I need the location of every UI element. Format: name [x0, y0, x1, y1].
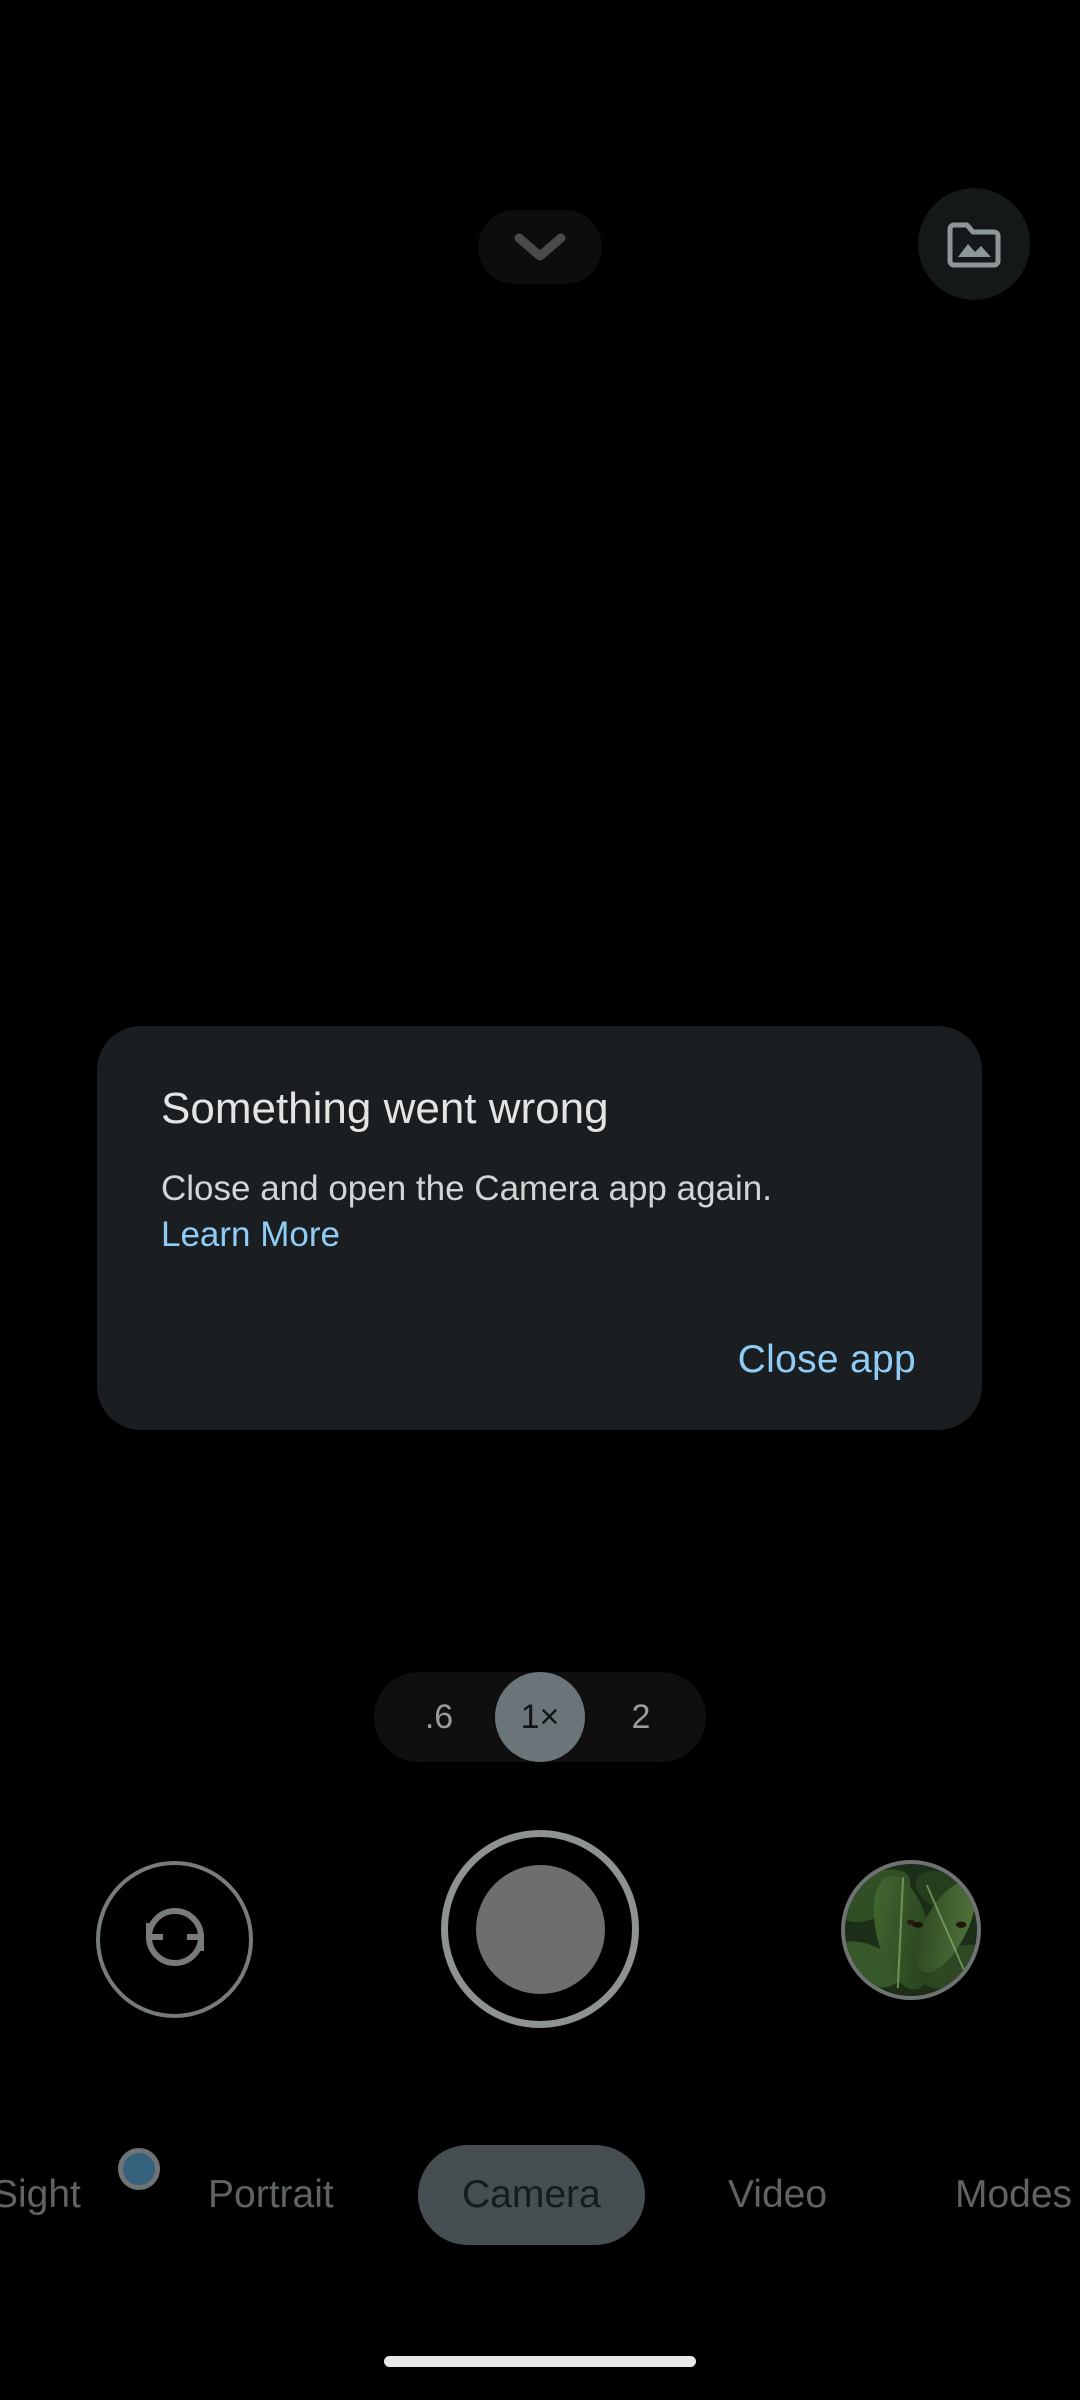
- top-bar: [0, 0, 1080, 330]
- dialog-message-text: Close and open the Camera app again.: [161, 1169, 772, 1208]
- mode-item-sight[interactable]: Sight: [0, 2145, 81, 2245]
- shutter-inner-circle: [475, 1864, 605, 1994]
- camera-app-screen: Something went wrong Close and open the …: [0, 0, 1080, 2400]
- photo-folder-icon: [946, 219, 1002, 269]
- mode-item-video[interactable]: Video: [728, 2145, 827, 2245]
- close-app-button[interactable]: Close app: [734, 1330, 920, 1390]
- shutter-button[interactable]: [441, 1830, 639, 2028]
- dialog-message: Close and open the Camera app again. Lea…: [161, 1166, 926, 1258]
- zoom-option-1x[interactable]: 1×: [495, 1672, 585, 1762]
- camera-flip-icon: [131, 1893, 219, 1986]
- camera-flip-button[interactable]: [96, 1861, 253, 2018]
- zoom-option-2x[interactable]: 2: [610, 1672, 672, 1762]
- last-photo-thumbnail-button[interactable]: [841, 1860, 981, 2000]
- mode-item-modes[interactable]: Modes: [955, 2145, 1072, 2245]
- home-indicator[interactable]: [384, 2356, 696, 2367]
- error-dialog: Something went wrong Close and open the …: [97, 1026, 982, 1430]
- dialog-actions: Close app: [734, 1330, 920, 1390]
- camera-viewfinder: [0, 330, 1080, 1650]
- learn-more-link[interactable]: Learn More: [161, 1212, 926, 1258]
- last-photo-thumbnail-icon: [845, 1864, 977, 1996]
- expand-settings-button[interactable]: [478, 210, 602, 284]
- zoom-control[interactable]: .6 1× 2: [374, 1672, 706, 1762]
- zoom-option-0.6x[interactable]: .6: [408, 1672, 470, 1762]
- dialog-title: Something went wrong: [161, 1084, 609, 1133]
- mode-item-camera[interactable]: Camera: [418, 2145, 645, 2245]
- sight-indicator-dot: [118, 2148, 160, 2190]
- gallery-button[interactable]: [918, 188, 1030, 300]
- capture-controls: [0, 1830, 1080, 2080]
- mode-selector: Sight Portrait Camera Video Modes: [0, 2145, 1080, 2245]
- mode-item-portrait[interactable]: Portrait: [208, 2145, 334, 2245]
- chevron-down-icon: [514, 231, 566, 263]
